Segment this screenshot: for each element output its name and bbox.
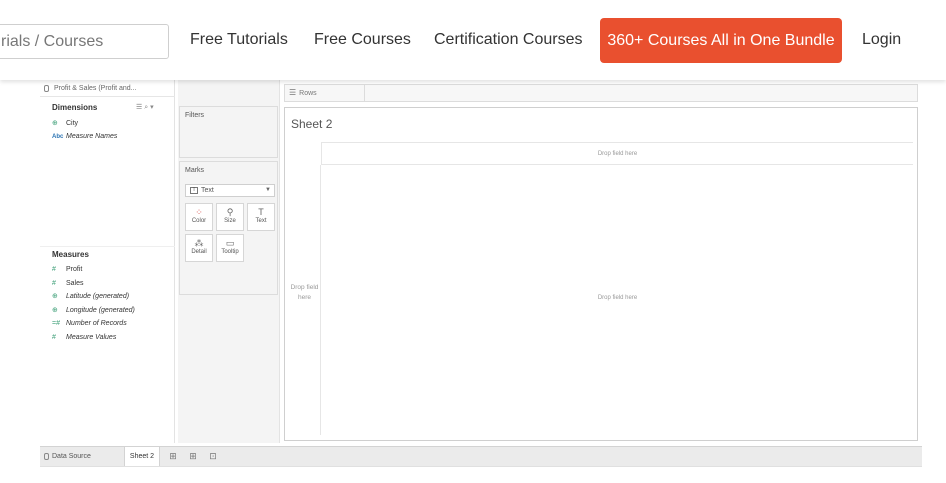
sheet-canvas: Sheet 2 Drop field here Drop field here … xyxy=(284,107,918,441)
tooltip-icon: ▭ xyxy=(225,238,235,248)
marks-label: Marks xyxy=(185,167,205,174)
new-worksheet-icon[interactable]: ⊞ xyxy=(168,451,178,461)
database-icon xyxy=(44,85,49,92)
row-drop-label: Drop field here xyxy=(290,284,319,301)
globe-icon: ⊕ xyxy=(52,120,58,127)
filters-shelf[interactable]: Filters xyxy=(179,106,278,158)
marks-button-label: Detail xyxy=(191,249,207,255)
search-input[interactable]: rials / Courses xyxy=(0,24,169,59)
measures-header: Measures xyxy=(52,250,89,259)
rows-icon: ☰ xyxy=(289,88,297,97)
dimensions-header: Dimensions xyxy=(52,103,98,112)
rows-shelf[interactable]: ☰ Rows xyxy=(284,84,918,102)
view-drop-label: Drop field here xyxy=(597,295,638,301)
pane-divider xyxy=(40,246,175,247)
marks-size-button[interactable]: ⚲ Size xyxy=(216,203,244,231)
field-measure-values[interactable]: # Measure Values xyxy=(52,332,116,343)
number-icon: # xyxy=(52,266,56,273)
field-label: Sales xyxy=(66,280,84,287)
field-label: Latitude (generated) xyxy=(66,293,130,300)
tableau-workspace: Profit & Sales (Profit and... Dimensions… xyxy=(40,80,922,466)
view-drop-zone[interactable]: Drop field here xyxy=(322,165,913,435)
data-source-label: Profit & Sales (Profit and... xyxy=(54,85,137,92)
data-pane: Profit & Sales (Profit and... Dimensions… xyxy=(40,80,175,443)
size-icon: ⚲ xyxy=(226,207,234,217)
data-source-tab[interactable]: Data Source xyxy=(44,447,118,466)
row-drop-zone[interactable]: Drop field here xyxy=(288,165,321,435)
database-icon xyxy=(44,452,49,460)
field-label: Number of Records xyxy=(66,320,127,327)
dimensions-tools-icon[interactable]: ☰ ⌕ ▾ xyxy=(136,103,154,112)
rows-label: Rows xyxy=(299,90,317,97)
field-label: Measure Values xyxy=(66,334,117,341)
number-icon: # xyxy=(52,280,56,287)
text-mark-icon: T xyxy=(190,186,198,194)
marks-text-button[interactable]: T Text xyxy=(247,203,275,231)
field-number-of-records[interactable]: =# Number of Records xyxy=(52,318,127,329)
chevron-down-icon: ▼ xyxy=(265,187,271,193)
sheet-tab-active[interactable]: Sheet 2 xyxy=(124,447,160,466)
marks-color-button[interactable]: ⁘ Color xyxy=(185,203,213,231)
marks-tooltip-button[interactable]: ▭ Tooltip xyxy=(216,234,244,262)
new-story-icon[interactable]: ⊡ xyxy=(208,451,218,461)
globe-icon: ⊕ xyxy=(52,307,58,314)
field-longitude[interactable]: ⊕ Longitude (generated) xyxy=(52,305,135,316)
new-dashboard-icon[interactable]: ⊞ xyxy=(188,451,198,461)
field-sales[interactable]: # Sales xyxy=(52,278,84,289)
text-icon: T xyxy=(258,207,264,217)
shelves-column: Filters Marks TText ▼ ⁘ Color ⚲ Size T xyxy=(178,80,280,443)
column-drop-zone[interactable]: Drop field here xyxy=(322,142,913,165)
data-source-tab-label: Data Source xyxy=(52,453,91,460)
marks-button-label: Tooltip xyxy=(221,249,239,255)
number-icon: # xyxy=(52,334,56,341)
color-icon: ⁘ xyxy=(195,207,203,217)
number-icon: =# xyxy=(52,320,60,327)
mark-type-value: Text xyxy=(201,187,214,194)
field-measure-names[interactable]: Abc Measure Names xyxy=(52,131,117,142)
marks-card: Marks T Text ▼ ⁘ Color ⚲ Size T Text ⁂ D… xyxy=(179,161,278,295)
field-latitude[interactable]: ⊕ Latitude (generated) xyxy=(52,291,129,302)
sheet-tab-bar: Data Source Sheet 2 ⊞ ⊞ ⊡ xyxy=(40,446,922,466)
field-profit[interactable]: # Profit xyxy=(52,264,82,275)
field-city[interactable]: ⊕ City xyxy=(52,118,78,129)
field-label: Profit xyxy=(66,266,83,273)
site-header: rials / Courses Free Tutorials Free Cour… xyxy=(0,0,946,80)
marks-button-label: Size xyxy=(224,218,236,224)
marks-detail-button[interactable]: ⁂ Detail xyxy=(185,234,213,262)
nav-free-tutorials[interactable]: Free Tutorials xyxy=(190,31,288,49)
globe-icon: ⊕ xyxy=(52,293,58,300)
rows-shelf-label: ☰ Rows xyxy=(285,85,365,101)
nav-free-courses[interactable]: Free Courses xyxy=(314,31,411,49)
data-source-item[interactable]: Profit & Sales (Profit and... xyxy=(40,80,175,97)
filters-label: Filters xyxy=(185,112,205,119)
field-label: City xyxy=(66,120,79,127)
nav-certification-courses[interactable]: Certification Courses xyxy=(434,31,583,49)
marks-button-label: Text xyxy=(255,218,267,224)
mark-type-dropdown[interactable]: T Text ▼ xyxy=(185,184,275,197)
divider xyxy=(40,466,922,467)
field-label: Measure Names xyxy=(66,133,118,140)
detail-icon: ⁂ xyxy=(194,238,204,248)
login-link[interactable]: Login xyxy=(862,31,901,49)
field-label: Longitude (generated) xyxy=(66,307,135,314)
abc-icon: Abc xyxy=(52,134,64,140)
sheet-title[interactable]: Sheet 2 xyxy=(291,117,332,131)
marks-button-label: Color xyxy=(191,218,207,224)
bundle-cta-button[interactable]: 360+ Courses All in One Bundle xyxy=(600,18,842,63)
